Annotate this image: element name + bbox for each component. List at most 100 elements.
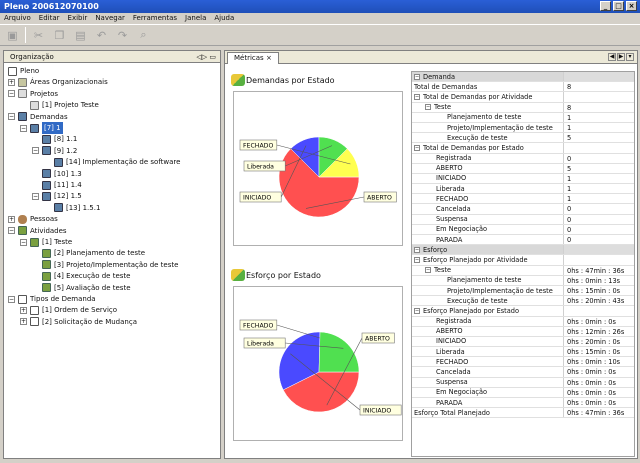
close-button[interactable]: × — [626, 1, 637, 11]
find-icon[interactable]: ⌕ — [135, 27, 152, 43]
table-cell-key: − Teste — [412, 102, 564, 112]
expand-icon[interactable]: + — [8, 215, 15, 223]
paste-icon[interactable]: ▤ — [72, 27, 89, 43]
table-cell-key: Registrada — [412, 316, 564, 326]
table-row[interactable]: − Esforço Planejado por Estado — [412, 306, 634, 317]
minimize-button[interactable]: _ — [600, 1, 611, 11]
collapse-icon[interactable]: − — [425, 267, 431, 274]
table-key-text: FECHADO — [436, 357, 469, 366]
tree-item[interactable]: [2] Planejamento de teste — [32, 247, 145, 259]
table-key-text: Projeto/Implementação de teste — [447, 286, 553, 295]
collapse-icon[interactable]: − — [32, 147, 39, 155]
expand-icon[interactable]: + — [8, 78, 15, 86]
collapse-icon[interactable]: − — [8, 90, 15, 98]
redo-icon[interactable]: ↷ — [114, 27, 131, 43]
table-section-row[interactable]: − Esforço — [412, 245, 634, 256]
tree-item[interactable]: − Atividades — [8, 225, 67, 237]
tree-item[interactable]: [5] Avaliação de teste — [32, 282, 131, 294]
table-row: FECHADO 1 — [412, 194, 634, 205]
metrics-panel: Métricas × ◀ ▶ ▾ Demandas por Estado ABE… — [224, 50, 638, 459]
organization-tab[interactable]: Organização ◁▷ ▭ — [4, 51, 220, 63]
tree-item-label: [3] Projeto/Implementação de teste — [54, 260, 179, 269]
save-icon[interactable]: ▣ — [4, 27, 21, 43]
table-cell-value: 0 — [567, 154, 572, 163]
table-row: Liberada 1 — [412, 184, 634, 195]
collapse-icon[interactable]: − — [20, 124, 27, 132]
undo-icon[interactable]: ↶ — [93, 27, 110, 43]
pie-slice-liberada — [318, 331, 360, 373]
proj-icon — [30, 100, 39, 110]
collapse-icon[interactable]: − — [20, 238, 27, 246]
collapse-icon[interactable]: − — [414, 93, 420, 100]
menu-editar[interactable]: Editar — [39, 13, 60, 24]
collapse-icon[interactable]: − — [32, 192, 39, 200]
copy-icon[interactable]: ❐ — [51, 27, 68, 43]
table-row[interactable]: − Esforço Planejado por Atividade — [412, 255, 634, 266]
collapse-icon[interactable]: − — [8, 295, 15, 303]
close-tab-icon[interactable]: × — [266, 54, 272, 62]
tree-item[interactable]: + [2] Solicitação de Mudança — [20, 316, 137, 328]
tree-item[interactable]: − [12] 1.5 — [32, 190, 82, 202]
collapse-icon[interactable]: − — [8, 227, 15, 235]
table-cell-key: Planejamento de teste — [412, 275, 564, 285]
cut-icon[interactable]: ✂ — [30, 27, 47, 43]
maximize-button[interactable]: □ — [613, 1, 624, 11]
table-section-row[interactable]: − Demanda — [412, 72, 634, 83]
collapse-icon[interactable]: − — [425, 104, 431, 111]
chart-1-svg: ABERTO INICIADO Liberada FECHADO — [239, 136, 397, 218]
tree-item[interactable]: [1] Projeto Teste — [20, 99, 99, 111]
tree-item[interactable]: [10] 1.3 — [32, 168, 82, 180]
tree-item-label: [2] Planejamento de teste — [54, 249, 146, 258]
tree-item-label: [1] Teste — [42, 238, 73, 246]
panel-controls-icon[interactable]: ◁▷ ▭ — [196, 51, 216, 63]
scroll-right-icon[interactable]: ▶ — [617, 53, 625, 61]
menu-ajuda[interactable]: Ajuda — [214, 13, 234, 24]
table-row[interactable]: − Teste 8 — [412, 102, 634, 113]
tree-item[interactable]: − [7] 1 — [20, 122, 63, 134]
table-row[interactable]: − Total de Demandas por Atividade — [412, 92, 634, 103]
menu-arquivo[interactable]: Arquivo — [4, 13, 31, 24]
tree-item-label: Demandas — [30, 112, 68, 121]
menu-navegar[interactable]: Navegar — [95, 13, 125, 24]
tree-item[interactable]: + Pessoas — [8, 213, 58, 225]
tree-item[interactable]: − [9] 1.2 — [32, 145, 77, 157]
org-icon — [18, 77, 27, 87]
collapse-icon[interactable]: − — [414, 307, 420, 314]
collapse-icon[interactable]: − — [414, 73, 420, 80]
tree-item[interactable]: [14] Implementação de software — [44, 156, 180, 168]
tree-item[interactable]: [8] 1.1 — [32, 133, 77, 145]
collapse-icon[interactable]: − — [414, 144, 420, 151]
pie-label-liberada: Liberada — [247, 164, 274, 171]
table-row[interactable]: − Teste 0hs : 47min : 36s — [412, 265, 634, 276]
collapse-icon[interactable]: − — [8, 113, 15, 121]
tree-item[interactable]: Pleno — [8, 65, 39, 77]
tree-item[interactable]: − Projetos — [8, 88, 58, 100]
tree-item[interactable]: − [1] Teste — [20, 236, 72, 248]
collapse-icon[interactable]: − — [414, 256, 420, 263]
menu-exibir[interactable]: Exibir — [68, 13, 88, 24]
proj-icon — [18, 89, 27, 99]
tree-item[interactable]: − Demandas — [8, 111, 68, 123]
expand-icon[interactable]: + — [20, 306, 27, 314]
table-cell-key: FECHADO — [412, 357, 564, 367]
table-cell-key: Cancelada — [412, 204, 564, 214]
tree-item[interactable]: [3] Projeto/Implementação de teste — [32, 259, 178, 271]
table-row: FECHADO 0hs : 0min : 10s — [412, 357, 634, 368]
menu-ferramentas[interactable]: Ferramentas — [133, 13, 177, 24]
table-row[interactable]: − Total de Demandas por Estado — [412, 143, 634, 154]
tab-list-icon[interactable]: ▾ — [626, 53, 634, 61]
collapse-icon[interactable]: − — [414, 246, 420, 253]
tree-item[interactable]: [4] Execução de teste — [32, 270, 130, 282]
tree-item[interactable]: − Tipos de Demanda — [8, 293, 96, 305]
tree-item[interactable]: + [1] Ordem de Serviço — [20, 304, 117, 316]
tree-item[interactable]: [13] 1.5.1 — [44, 202, 100, 214]
tree-item[interactable]: + Áreas Organizacionais — [8, 76, 108, 88]
table-key-text: Esforço Total Planejado — [414, 408, 490, 417]
table-cell-key: − Esforço Planejado por Atividade — [412, 255, 564, 265]
tab-metricas[interactable]: Métricas × — [227, 52, 279, 64]
scroll-left-icon[interactable]: ◀ — [608, 53, 616, 61]
tree-item[interactable]: [11] 1.4 — [32, 179, 82, 191]
expand-icon[interactable]: + — [20, 318, 27, 326]
menu-janela[interactable]: Janela — [185, 13, 206, 24]
table-cell-key: Planejamento de teste — [412, 112, 564, 122]
